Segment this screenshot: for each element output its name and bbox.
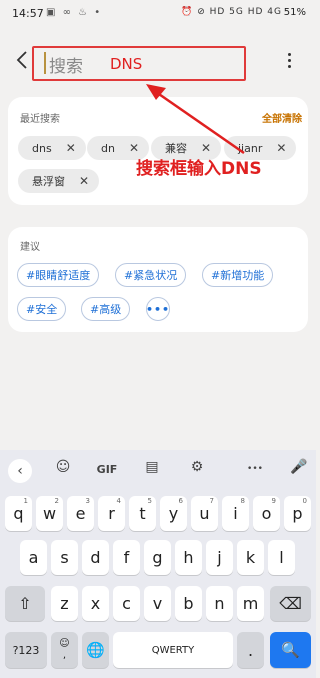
key-g[interactable]: g (144, 540, 171, 575)
key-x[interactable]: x (82, 586, 109, 621)
key-w[interactable]: w2 (36, 496, 63, 531)
annotation-text: 搜索框输入DNS (136, 159, 262, 179)
key-z[interactable]: z (51, 586, 78, 621)
key-e[interactable]: e3 (67, 496, 94, 531)
key-s[interactable]: s (51, 540, 78, 575)
more-toolbar-icon[interactable]: ••• (244, 464, 266, 474)
backspace-key[interactable]: ⌫ (270, 586, 311, 621)
key-q[interactable]: q1 (5, 496, 32, 531)
key-b[interactable]: b (175, 586, 202, 621)
shift-key[interactable]: ⇧ (5, 586, 45, 621)
suggestion-tag[interactable]: #高级 (81, 297, 131, 321)
period-key[interactable]: . (237, 632, 264, 668)
symbols-key[interactable]: ?123 (5, 632, 47, 668)
key-r[interactable]: r4 (98, 496, 125, 531)
key-u[interactable]: u7 (191, 496, 218, 531)
key-d[interactable]: d (82, 540, 109, 575)
settings-icon[interactable]: ⚙ (188, 459, 206, 475)
search-key[interactable]: 🔍 (270, 632, 311, 668)
key-m[interactable]: m (237, 586, 264, 621)
key-o[interactable]: o9 (253, 496, 280, 531)
space-key[interactable]: QWERTY (113, 632, 233, 668)
suggestion-tag[interactable]: #安全 (17, 297, 67, 321)
key-t[interactable]: t5 (129, 496, 156, 531)
key-j[interactable]: j (206, 540, 233, 575)
suggestion-tag[interactable]: #新增功能 (202, 263, 274, 287)
clipboard-icon[interactable]: ▤ (143, 459, 161, 475)
key-h[interactable]: h (175, 540, 202, 575)
key-n[interactable]: n (206, 586, 233, 621)
collapse-toolbar-icon[interactable]: ‹ (8, 459, 32, 483)
key-i[interactable]: i8 (222, 496, 249, 531)
sticker-icon[interactable]: ☺ (54, 459, 72, 475)
more-suggestions-button[interactable]: ••• (146, 297, 170, 321)
microphone-icon[interactable]: 🎤 (290, 459, 308, 475)
key-y[interactable]: y6 (160, 496, 187, 531)
suggestion-tag[interactable]: #紧急状况 (115, 263, 187, 287)
emoji-comma-key[interactable]: ☺ , (51, 632, 78, 668)
key-l[interactable]: l (268, 540, 295, 575)
key-v[interactable]: v (144, 586, 171, 621)
suggestion-tag[interactable]: #眼睛舒适度 (17, 263, 100, 287)
key-a[interactable]: a (20, 540, 47, 575)
key-k[interactable]: k (237, 540, 264, 575)
key-c[interactable]: c (113, 586, 140, 621)
key-p[interactable]: p0 (284, 496, 311, 531)
globe-icon[interactable]: 🌐 (82, 632, 109, 668)
gif-button[interactable]: GIF (95, 463, 119, 476)
key-f[interactable]: f (113, 540, 140, 575)
suggestions-title: 建议 (20, 242, 40, 253)
